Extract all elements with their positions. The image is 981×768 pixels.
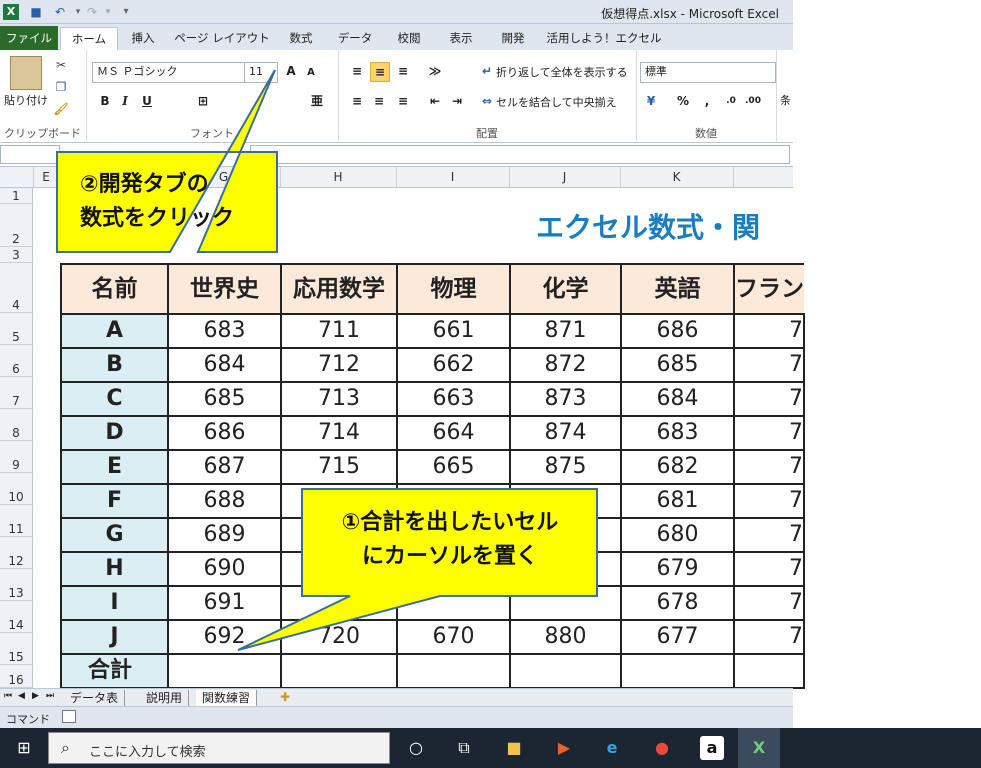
chrome-icon[interactable]: ●	[650, 736, 674, 760]
search-placeholder: ここに入力して検索	[89, 745, 206, 760]
callout-total-text: ①合計を出したいセル にカーソルを置く	[315, 506, 585, 574]
media-player-icon[interactable]: ▶	[552, 736, 576, 760]
sheet-tab-data[interactable]: データ表	[64, 690, 126, 706]
insert-sheet-icon[interactable]: ✚	[280, 690, 290, 704]
excel-taskbar-icon[interactable]: X	[738, 728, 780, 768]
taskbar: ⊞ ⌕ ここに入力して検索 ○ ⧉ ■ ▶ e ● a X	[0, 728, 981, 768]
status-mode: コマンド	[6, 713, 50, 726]
sheet-tab-bar: ⏮ ◀ ▶ ⏭ データ表 説明用 関数練習 ✚	[0, 688, 793, 706]
prev-sheet-icon[interactable]: ◀	[18, 691, 25, 701]
amazon-icon[interactable]: a	[700, 736, 724, 760]
edge-icon[interactable]: e	[600, 736, 624, 760]
callout-layer	[56, 69, 598, 651]
callout-formulas-text: ②開発タブの 数式をクリック	[80, 168, 234, 236]
sheet-tab-explain[interactable]: 説明用	[140, 690, 190, 706]
file-explorer-icon[interactable]: ■	[502, 736, 526, 760]
status-bar: コマンド	[0, 706, 793, 728]
callout-top-line2: 数式をクリック	[80, 206, 235, 231]
last-sheet-icon[interactable]: ⏭	[46, 691, 54, 701]
next-sheet-icon[interactable]: ▶	[32, 691, 39, 701]
task-view-icon[interactable]: ⧉	[452, 736, 476, 760]
sheet-tab-function-practice[interactable]: 関数練習	[196, 690, 258, 706]
taskbar-search[interactable]: ⌕ ここに入力して検索	[48, 732, 390, 764]
cortana-icon[interactable]: ○	[404, 736, 428, 760]
callout-bottom-line1: ①合計を出したいセル	[341, 510, 559, 535]
macro-record-icon[interactable]	[62, 710, 76, 723]
windows-start-icon[interactable]: ⊞	[12, 736, 36, 760]
callout-bottom-line2: にカーソルを置く	[361, 544, 538, 569]
first-sheet-icon[interactable]: ⏮	[4, 691, 12, 701]
callout-top-line1: ②開発タブの	[80, 172, 209, 197]
search-icon: ⌕	[61, 738, 70, 757]
